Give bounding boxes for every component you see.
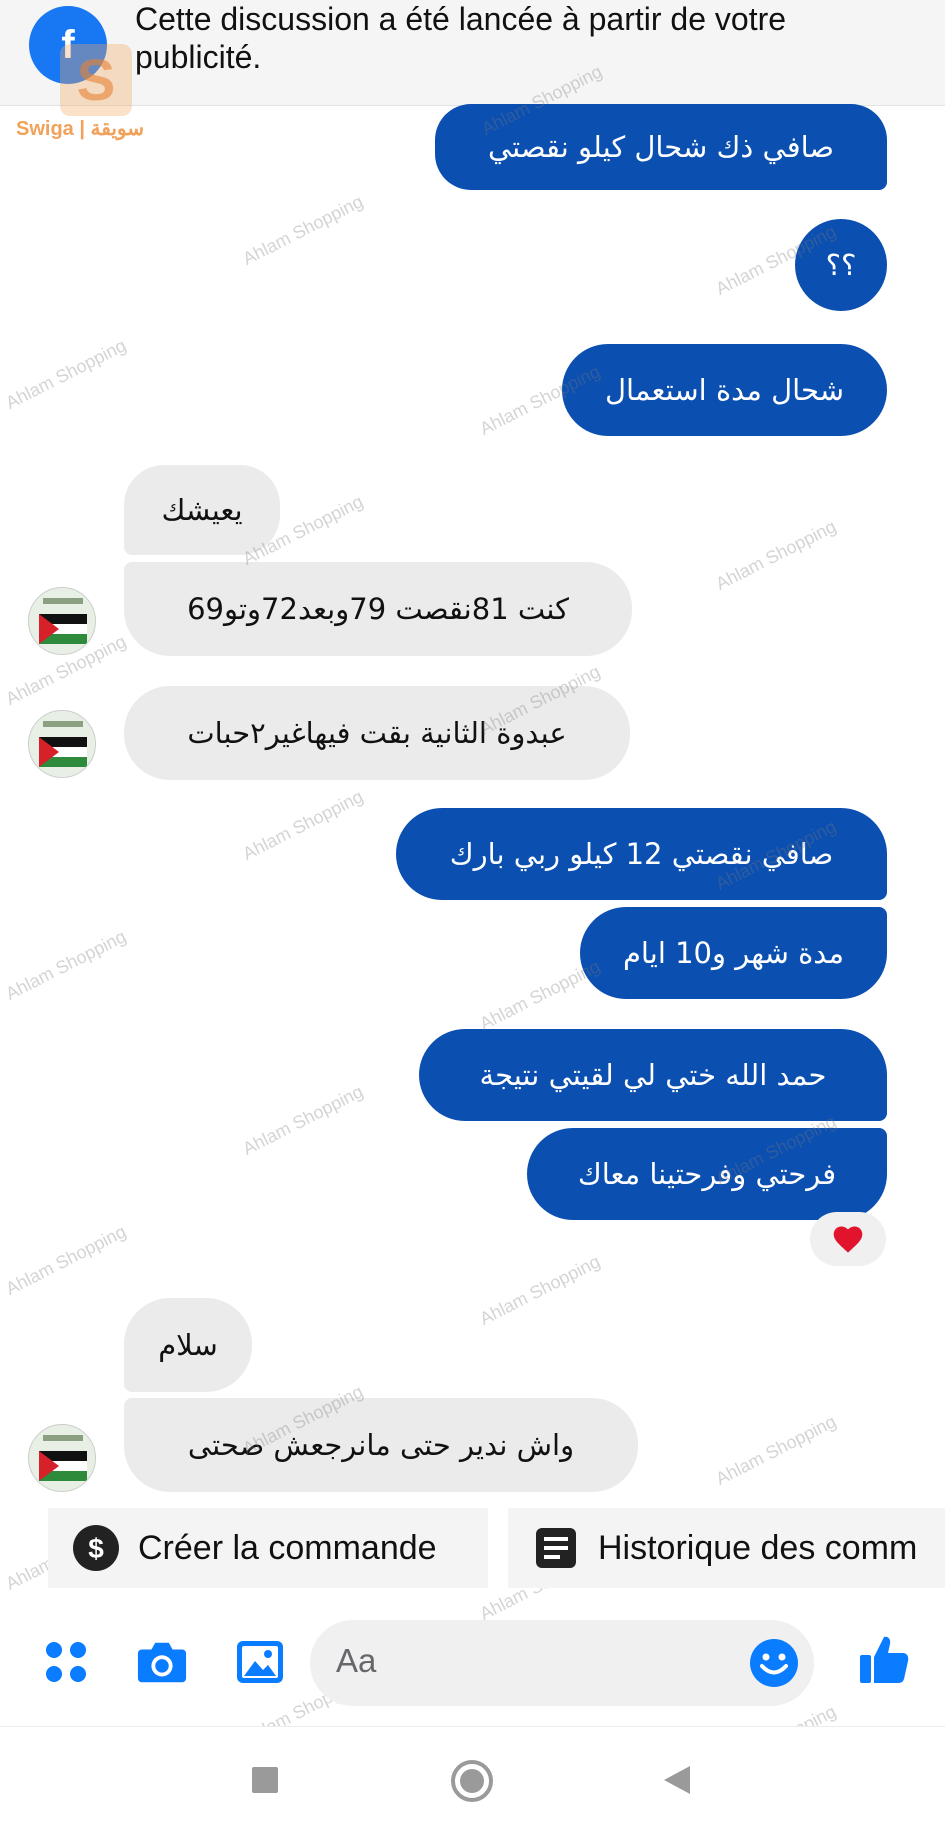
message-outgoing[interactable]: حمد الله ختي لي لقيتي نتيجة (419, 1029, 887, 1121)
message-incoming[interactable]: عبدوة الثانية بقت فيهاغير٢حبات (124, 686, 630, 780)
order-history-button[interactable]: Historique des comm (508, 1508, 945, 1588)
svg-text:$: $ (88, 1533, 104, 1564)
list-icon (532, 1524, 580, 1572)
contact-avatar[interactable] (28, 587, 96, 655)
back-button[interactable] (660, 1763, 694, 1797)
emoji-icon[interactable] (748, 1637, 800, 1689)
camera-icon[interactable] (136, 1636, 188, 1688)
flag-avatar-image (29, 711, 95, 777)
order-history-label: Historique des comm (598, 1528, 918, 1567)
flag-avatar-image (29, 1425, 95, 1491)
dollar-icon: $ (72, 1524, 120, 1572)
contact-avatar[interactable] (28, 1424, 96, 1492)
watermark-text: Ahlam Shopping (476, 1251, 604, 1329)
swiga-logo-icon: S (60, 44, 132, 116)
swiga-logo-text: Swiga | سويقة (16, 118, 145, 140)
watermark-text: Ahlam Shopping (239, 1081, 367, 1159)
home-button[interactable] (450, 1759, 494, 1803)
message-input-placeholder: Aa (336, 1642, 377, 1679)
message-outgoing[interactable]: ؟؟ (795, 219, 887, 311)
message-outgoing[interactable]: صافي نقصتي 12 كيلو ربي بارك (396, 808, 887, 900)
create-order-button[interactable]: $ Créer la commande (48, 1508, 488, 1588)
watermark-text: Ahlam Shopping (2, 335, 130, 413)
message-incoming[interactable]: كنت 81نقصت 79وبعد72وتو69 (124, 562, 632, 656)
watermark-text: Ahlam Shopping (2, 926, 130, 1004)
watermark-text: Ahlam Shopping (712, 516, 840, 594)
contact-avatar[interactable] (28, 710, 96, 778)
flag-avatar-image (29, 588, 95, 654)
ad-origin-text: Cette discussion a été lancée à partir d… (135, 1, 787, 75)
recent-apps-button[interactable] (248, 1763, 282, 1797)
message-incoming[interactable]: سلام (124, 1298, 252, 1392)
swiga-watermark-logo: S Swiga | سويقة (16, 44, 176, 144)
message-incoming[interactable]: واش ندير حتى مانرجعش صحتى (124, 1398, 638, 1492)
message-outgoing[interactable]: شحال مدة استعمال (562, 344, 887, 436)
like-icon[interactable] (856, 1632, 912, 1688)
message-input[interactable]: Aa (310, 1620, 814, 1706)
create-order-label: Créer la commande (138, 1528, 437, 1567)
watermark-text: Ahlam Shopping (2, 1221, 130, 1299)
message-outgoing[interactable]: صافي ذك شحال كيلو نقصتي (435, 104, 887, 190)
heart-icon (833, 1226, 863, 1253)
apps-icon[interactable] (40, 1636, 92, 1688)
message-incoming[interactable]: يعيشك (124, 465, 280, 555)
message-outgoing[interactable]: مدة شهر و10 ايام (580, 907, 887, 999)
watermark-text: Ahlam Shopping (712, 1411, 840, 1489)
gallery-icon[interactable] (234, 1636, 286, 1688)
watermark-text: Ahlam Shopping (239, 786, 367, 864)
message-outgoing[interactable]: فرحتي وفرحتينا معاك (527, 1128, 887, 1220)
system-navigation-bar (0, 1726, 945, 1838)
heart-reaction-icon[interactable] (810, 1212, 886, 1266)
watermark-text: Ahlam Shopping (239, 191, 367, 269)
